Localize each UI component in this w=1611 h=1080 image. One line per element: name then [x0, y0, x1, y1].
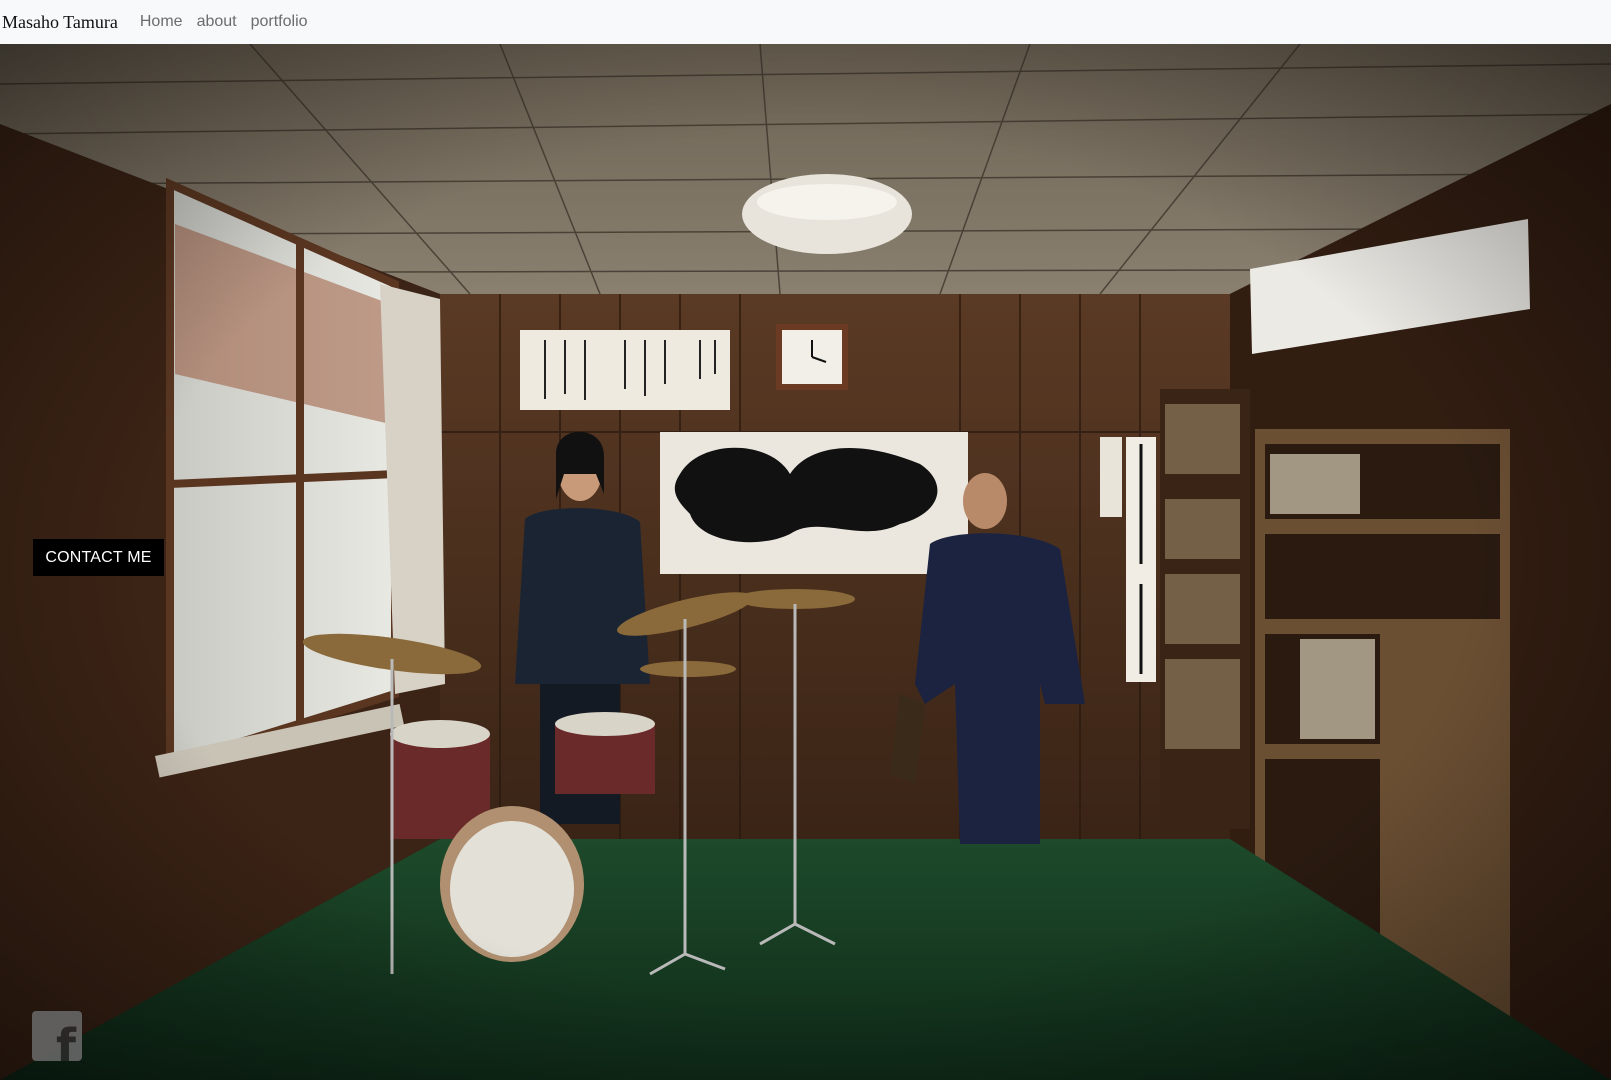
top-navbar: Masaho Tamura Home about portfolio — [0, 0, 1611, 44]
facebook-icon[interactable]: f — [32, 1011, 82, 1061]
nav-link-portfolio[interactable]: portfolio — [251, 13, 308, 31]
contact-me-button[interactable]: CONTACT ME — [33, 539, 164, 576]
hero-illustration — [0, 44, 1611, 1080]
facebook-glyph: f — [55, 1019, 76, 1061]
nav-link-about[interactable]: about — [197, 13, 237, 31]
nav-link-home[interactable]: Home — [140, 13, 183, 31]
hero-photo — [0, 44, 1611, 1080]
brand-link[interactable]: Masaho Tamura — [2, 12, 118, 33]
